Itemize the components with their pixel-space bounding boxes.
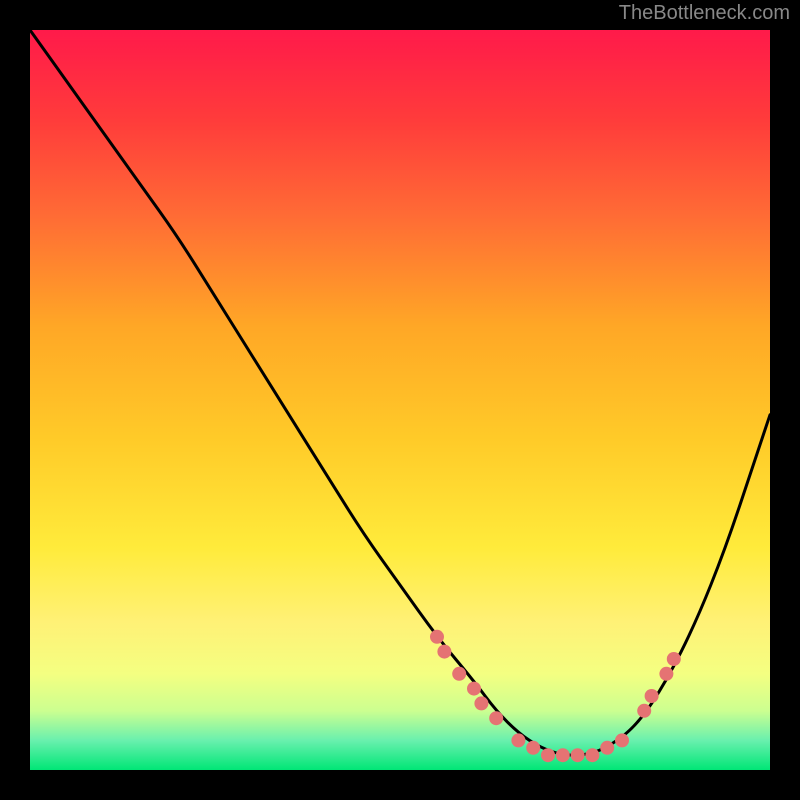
data-point — [645, 689, 659, 703]
data-point — [637, 704, 651, 718]
data-point — [474, 696, 488, 710]
data-point — [452, 667, 466, 681]
data-point — [615, 733, 629, 747]
gradient-background — [30, 30, 770, 770]
data-point — [585, 748, 599, 762]
data-point — [489, 711, 503, 725]
chart-container: TheBottleneck.com — [0, 0, 800, 800]
data-point — [571, 748, 585, 762]
plot-area — [30, 30, 770, 770]
data-point — [541, 748, 555, 762]
data-point — [667, 652, 681, 666]
data-point — [467, 682, 481, 696]
data-point — [430, 630, 444, 644]
data-point — [556, 748, 570, 762]
data-point — [600, 741, 614, 755]
data-point — [511, 733, 525, 747]
data-point — [526, 741, 540, 755]
chart-svg — [30, 30, 770, 770]
data-point — [437, 645, 451, 659]
watermark-text: TheBottleneck.com — [619, 2, 790, 25]
data-point — [659, 667, 673, 681]
